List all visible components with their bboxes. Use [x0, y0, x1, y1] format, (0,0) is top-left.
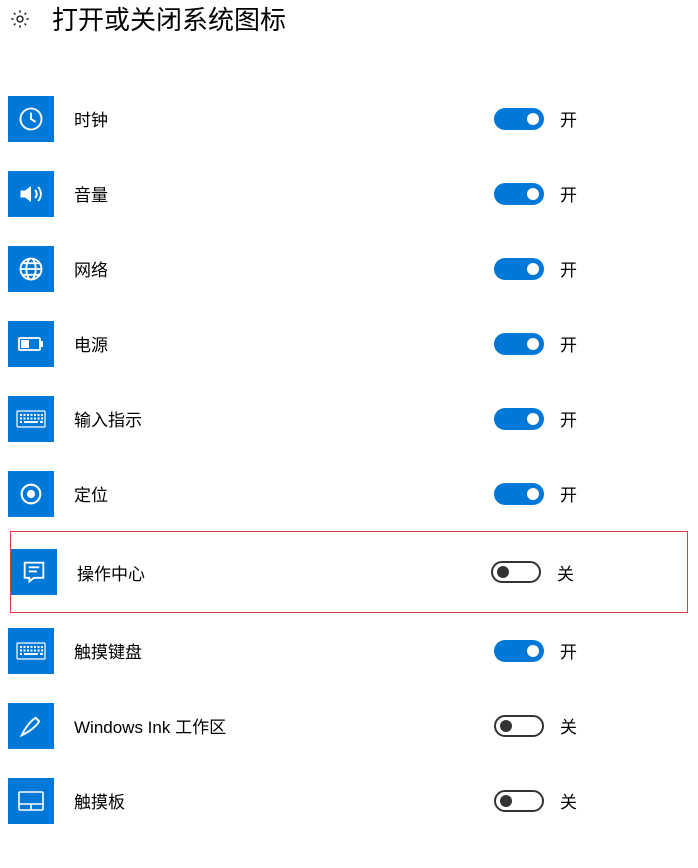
toggle-switch[interactable] — [494, 483, 544, 505]
toggle-switch[interactable] — [494, 183, 544, 205]
item-label: 电源 — [74, 331, 494, 356]
page-title: 打开或关闭系统图标 — [52, 0, 286, 37]
toggle-wrap: 关 — [494, 713, 580, 738]
toggle-wrap: 开 — [494, 106, 580, 131]
toggle-state-label: 开 — [560, 638, 580, 663]
system-icon-row: 输入指示 开 — [0, 381, 698, 456]
toggle-knob — [527, 263, 539, 275]
location-icon — [8, 471, 54, 517]
toggle-state-label: 开 — [560, 331, 580, 356]
toggle-switch[interactable] — [494, 715, 544, 737]
touchpad-icon — [8, 778, 54, 824]
gear-icon — [8, 7, 32, 31]
toggle-knob — [500, 720, 512, 732]
system-icon-row: 电源 开 — [0, 306, 698, 381]
input-indicator-icon — [8, 396, 54, 442]
toggle-switch[interactable] — [494, 408, 544, 430]
item-label: 触摸键盘 — [74, 638, 494, 663]
system-icons-list: 时钟开音量开网络开电源开输入指示开定位开操作中心关触摸键盘开Windows In… — [0, 57, 698, 838]
toggle-knob — [527, 188, 539, 200]
toggle-wrap: 开 — [494, 256, 580, 281]
toggle-wrap: 开 — [494, 481, 580, 506]
toggle-knob — [497, 566, 509, 578]
system-icon-row: Windows Ink 工作区 关 — [0, 688, 698, 763]
toggle-wrap: 开 — [494, 406, 580, 431]
item-label: 操作中心 — [77, 560, 491, 585]
system-icon-row: 操作中心 关 — [10, 531, 688, 613]
toggle-switch[interactable] — [494, 108, 544, 130]
toggle-switch[interactable] — [494, 790, 544, 812]
toggle-state-label: 关 — [560, 713, 580, 738]
clock-icon — [8, 96, 54, 142]
toggle-state-label: 开 — [560, 106, 580, 131]
item-label: 音量 — [74, 181, 494, 206]
toggle-knob — [527, 645, 539, 657]
system-icon-row: 触摸键盘 开 — [0, 613, 698, 688]
toggle-state-label: 关 — [557, 560, 577, 585]
toggle-state-label: 开 — [560, 256, 580, 281]
toggle-state-label: 关 — [560, 788, 580, 813]
toggle-wrap: 开 — [494, 181, 580, 206]
toggle-knob — [527, 338, 539, 350]
system-icon-row: 定位 开 — [0, 456, 698, 531]
toggle-knob — [527, 413, 539, 425]
windows-ink-icon — [8, 703, 54, 749]
toggle-knob — [527, 488, 539, 500]
item-label: Windows Ink 工作区 — [74, 713, 494, 738]
toggle-switch[interactable] — [494, 333, 544, 355]
item-label: 网络 — [74, 256, 494, 281]
toggle-wrap: 开 — [494, 638, 580, 663]
toggle-knob — [500, 795, 512, 807]
network-icon — [8, 246, 54, 292]
power-icon — [8, 321, 54, 367]
toggle-switch[interactable] — [491, 561, 541, 583]
touch-keyboard-icon — [8, 628, 54, 674]
item-label: 输入指示 — [74, 406, 494, 431]
system-icon-row: 网络 开 — [0, 231, 698, 306]
toggle-state-label: 开 — [560, 406, 580, 431]
toggle-wrap: 关 — [494, 788, 580, 813]
toggle-state-label: 开 — [560, 181, 580, 206]
system-icon-row: 音量 开 — [0, 156, 698, 231]
toggle-knob — [527, 113, 539, 125]
toggle-state-label: 开 — [560, 481, 580, 506]
toggle-switch[interactable] — [494, 640, 544, 662]
action-center-icon — [11, 549, 57, 595]
system-icon-row: 触摸板 关 — [0, 763, 698, 838]
system-icon-row: 时钟 开 — [0, 81, 698, 156]
item-label: 触摸板 — [74, 788, 494, 813]
toggle-wrap: 关 — [491, 560, 577, 585]
item-label: 定位 — [74, 481, 494, 506]
page-header: 打开或关闭系统图标 — [0, 0, 698, 57]
toggle-switch[interactable] — [494, 258, 544, 280]
toggle-wrap: 开 — [494, 331, 580, 356]
volume-icon — [8, 171, 54, 217]
item-label: 时钟 — [74, 106, 494, 131]
